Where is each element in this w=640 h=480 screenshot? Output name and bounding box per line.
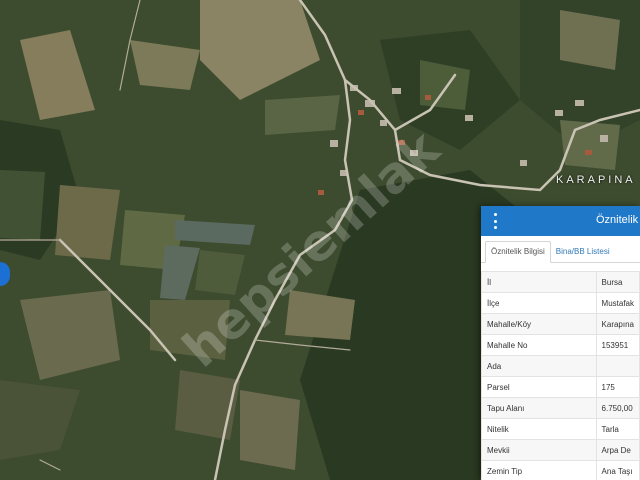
- attr-value: Bursa: [595, 271, 640, 293]
- attr-value: 6.750,00: [595, 397, 640, 419]
- tab-attribute-info[interactable]: Öznitelik Bilgisi: [485, 241, 551, 263]
- table-row: İl Bursa: [481, 271, 640, 293]
- attr-key: Zemin Tip: [481, 460, 597, 480]
- attr-key: Mahalle No: [481, 334, 597, 356]
- attr-value: 175: [595, 376, 640, 398]
- attr-value: Ana Taşı: [595, 460, 640, 480]
- attr-value: Tarla: [595, 418, 640, 440]
- attr-key: Mahalle/Köy: [481, 313, 597, 335]
- attr-key: Ada: [481, 355, 597, 377]
- attr-value: Arpa De: [595, 439, 640, 461]
- attr-value: 153951: [595, 334, 640, 356]
- table-row: Tapu Alanı 6.750,00: [481, 397, 640, 419]
- table-row: Mahalle/Köy Karapına: [481, 313, 640, 335]
- attr-value: Karapına: [595, 313, 640, 335]
- table-row: Mevkii Arpa De: [481, 439, 640, 461]
- attr-key: Tapu Alanı: [481, 397, 597, 419]
- attr-key: İlçe: [481, 292, 597, 314]
- tab-building-list[interactable]: Bina/BB Listesi: [551, 242, 615, 262]
- table-row: İlçe Mustafak: [481, 292, 640, 314]
- more-vert-icon[interactable]: [491, 213, 499, 229]
- attr-key: İl: [481, 271, 597, 293]
- table-row: Parsel 175: [481, 376, 640, 398]
- panel-tabs: Öznitelik Bilgisi Bina/BB Listesi: [481, 236, 640, 263]
- attr-value: Mustafak: [595, 292, 640, 314]
- attribute-table: İl Bursa İlçe Mustafak Mahalle/Köy Karapına…: [481, 271, 640, 480]
- panel-header: Öznitelik: [481, 206, 640, 236]
- panel-title: Öznitelik: [596, 214, 639, 226]
- attr-value: [595, 355, 640, 377]
- table-row: Zemin Tip Ana Taşı: [481, 460, 640, 480]
- attr-key: Nitelik: [481, 418, 597, 440]
- attr-key: Mevkii: [481, 439, 597, 461]
- table-row: Nitelik Tarla: [481, 418, 640, 440]
- map-place-label: KARAPINA: [556, 174, 636, 186]
- table-row: Ada: [481, 355, 640, 377]
- attr-key: Parsel: [481, 376, 597, 398]
- table-row: Mahalle No 153951: [481, 334, 640, 356]
- attribute-panel: Öznitelik Öznitelik Bilgisi Bina/BB List…: [481, 206, 640, 480]
